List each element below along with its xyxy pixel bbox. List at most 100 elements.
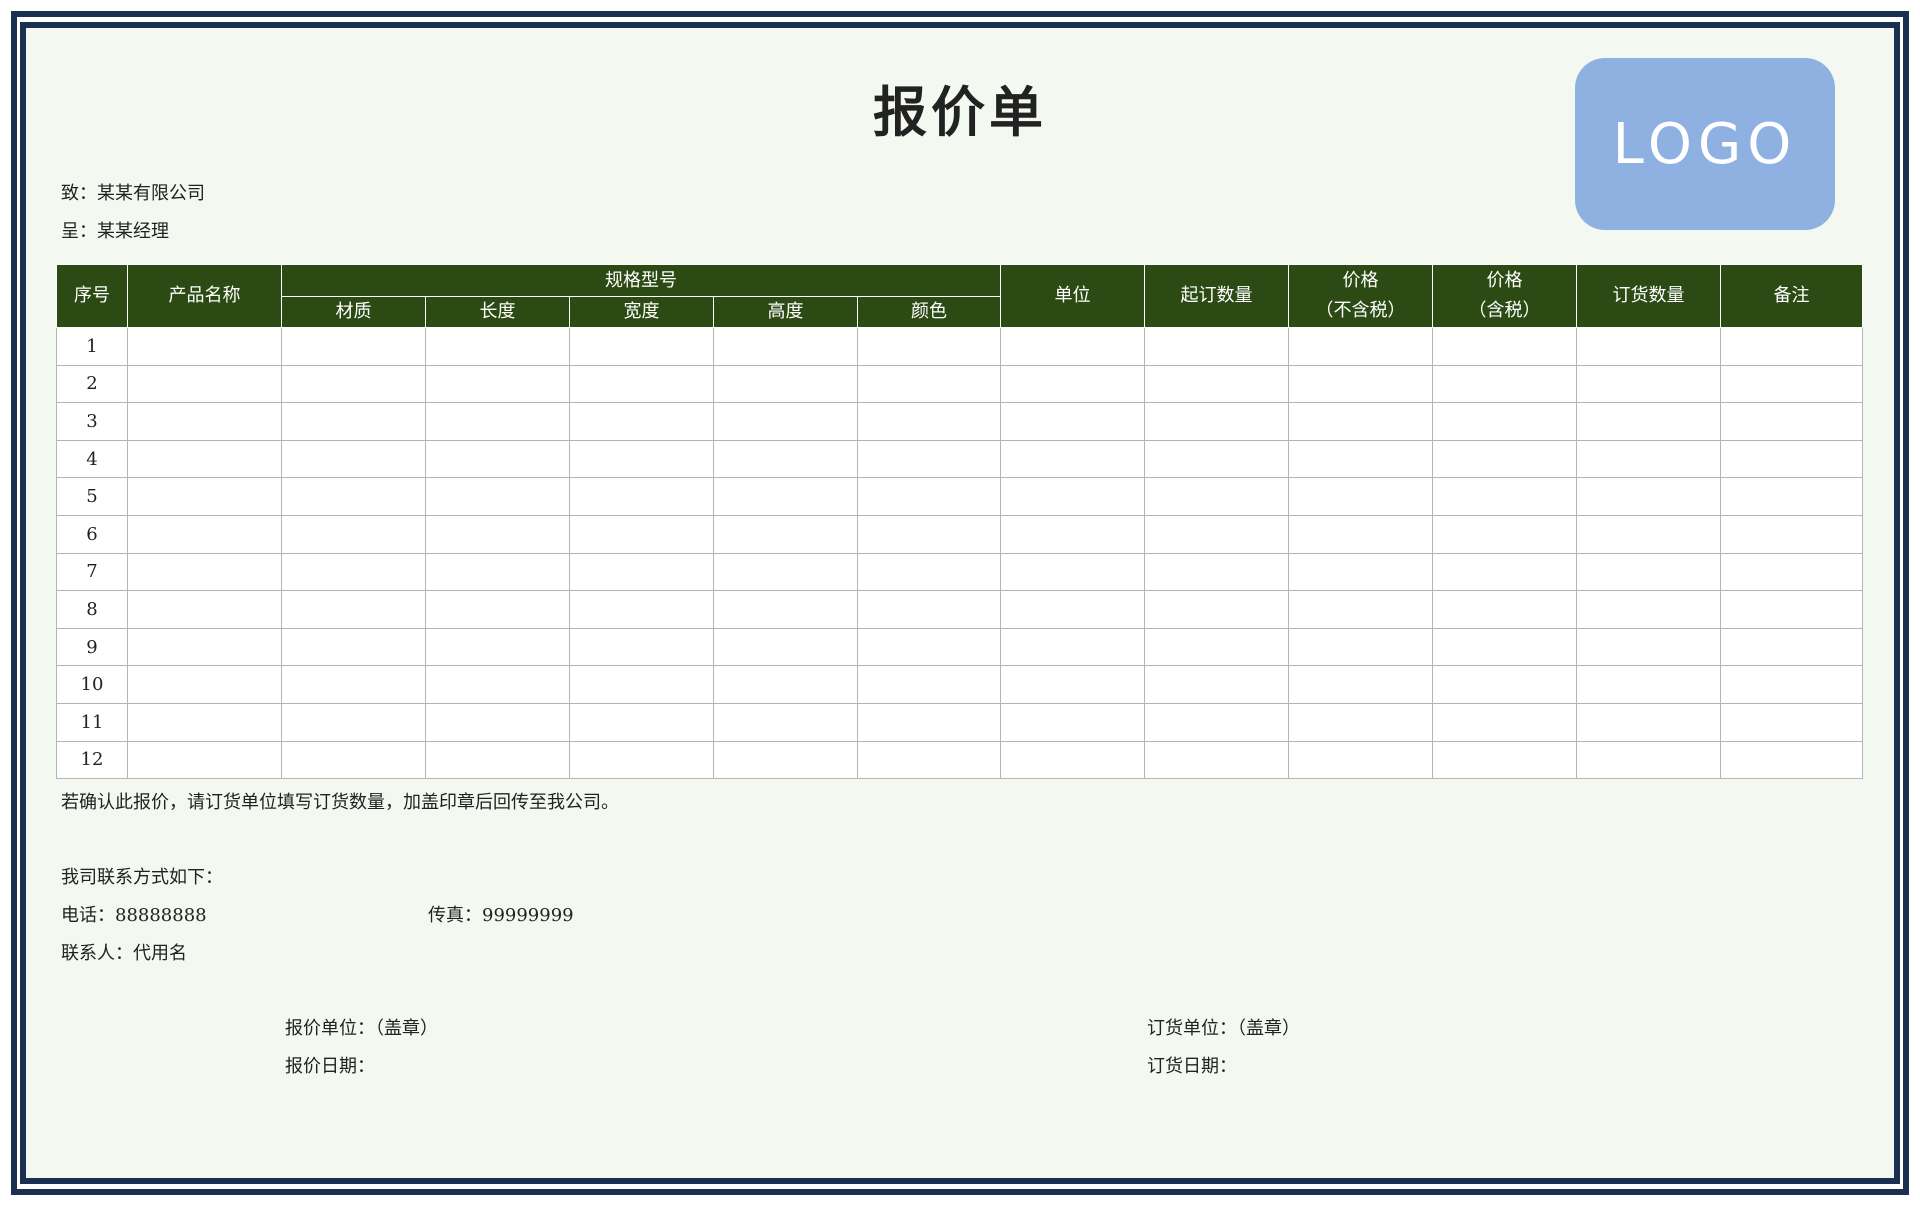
cell-color[interactable]: [856, 627, 1002, 667]
cell-length[interactable]: [425, 590, 570, 629]
cell-min-qty[interactable]: [1144, 327, 1290, 366]
cell-product[interactable]: [127, 439, 282, 479]
cell-height[interactable]: [713, 514, 858, 554]
cell-remark[interactable]: [1720, 590, 1864, 629]
cell-height[interactable]: [713, 590, 858, 629]
cell-length[interactable]: [425, 702, 570, 742]
cell-color[interactable]: [856, 702, 1002, 742]
cell-price-ex-tax[interactable]: [1288, 702, 1434, 742]
cell-order-qty[interactable]: [1576, 702, 1722, 742]
cell-price-inc-tax[interactable]: [1432, 552, 1578, 592]
cell-price-inc-tax[interactable]: [1432, 740, 1578, 780]
cell-unit[interactable]: [1000, 665, 1146, 704]
cell-product[interactable]: [127, 552, 282, 592]
cell-price-ex-tax[interactable]: [1288, 627, 1434, 667]
cell-remark[interactable]: [1720, 702, 1864, 742]
cell-color[interactable]: [856, 740, 1002, 780]
cell-material[interactable]: [281, 665, 426, 704]
cell-order-qty[interactable]: [1576, 364, 1722, 404]
cell-min-qty[interactable]: [1144, 702, 1290, 742]
cell-price-inc-tax[interactable]: [1432, 439, 1578, 479]
cell-color[interactable]: [856, 364, 1002, 404]
cell-order-qty[interactable]: [1576, 402, 1722, 441]
cell-length[interactable]: [425, 402, 570, 441]
cell-product[interactable]: [127, 477, 282, 516]
cell-remark[interactable]: [1720, 477, 1864, 516]
cell-price-inc-tax[interactable]: [1432, 402, 1578, 441]
cell-width[interactable]: [569, 477, 714, 516]
cell-price-ex-tax[interactable]: [1288, 477, 1434, 516]
cell-unit[interactable]: [1000, 439, 1146, 479]
cell-order-qty[interactable]: [1576, 514, 1722, 554]
cell-unit[interactable]: [1000, 514, 1146, 554]
cell-length[interactable]: [425, 327, 570, 366]
cell-order-qty[interactable]: [1576, 327, 1722, 366]
cell-material[interactable]: [281, 327, 426, 366]
cell-remark[interactable]: [1720, 327, 1864, 366]
cell-price-ex-tax[interactable]: [1288, 740, 1434, 780]
cell-remark[interactable]: [1720, 552, 1864, 592]
cell-height[interactable]: [713, 627, 858, 667]
cell-height[interactable]: [713, 702, 858, 742]
cell-color[interactable]: [856, 552, 1002, 592]
cell-width[interactable]: [569, 327, 714, 366]
cell-unit[interactable]: [1000, 627, 1146, 667]
cell-unit[interactable]: [1000, 327, 1146, 366]
cell-product[interactable]: [127, 627, 282, 667]
cell-order-qty[interactable]: [1576, 590, 1722, 629]
cell-material[interactable]: [281, 590, 426, 629]
cell-unit[interactable]: [1000, 364, 1146, 404]
cell-min-qty[interactable]: [1144, 364, 1290, 404]
cell-color[interactable]: [856, 327, 1002, 366]
cell-min-qty[interactable]: [1144, 402, 1290, 441]
cell-price-ex-tax[interactable]: [1288, 514, 1434, 554]
cell-height[interactable]: [713, 477, 858, 516]
cell-material[interactable]: [281, 477, 426, 516]
cell-min-qty[interactable]: [1144, 740, 1290, 780]
cell-unit[interactable]: [1000, 477, 1146, 516]
cell-height[interactable]: [713, 402, 858, 441]
cell-width[interactable]: [569, 665, 714, 704]
cell-material[interactable]: [281, 552, 426, 592]
cell-length[interactable]: [425, 627, 570, 667]
cell-price-ex-tax[interactable]: [1288, 402, 1434, 441]
cell-min-qty[interactable]: [1144, 477, 1290, 516]
cell-width[interactable]: [569, 402, 714, 441]
cell-unit[interactable]: [1000, 590, 1146, 629]
cell-material[interactable]: [281, 740, 426, 780]
cell-length[interactable]: [425, 477, 570, 516]
cell-length[interactable]: [425, 364, 570, 404]
cell-order-qty[interactable]: [1576, 552, 1722, 592]
cell-material[interactable]: [281, 364, 426, 404]
cell-width[interactable]: [569, 364, 714, 404]
cell-remark[interactable]: [1720, 514, 1864, 554]
cell-price-inc-tax[interactable]: [1432, 327, 1578, 366]
cell-price-inc-tax[interactable]: [1432, 627, 1578, 667]
cell-product[interactable]: [127, 590, 282, 629]
cell-order-qty[interactable]: [1576, 740, 1722, 780]
cell-product[interactable]: [127, 402, 282, 441]
cell-price-inc-tax[interactable]: [1432, 364, 1578, 404]
cell-product[interactable]: [127, 740, 282, 780]
cell-length[interactable]: [425, 552, 570, 592]
cell-height[interactable]: [713, 665, 858, 704]
cell-order-qty[interactable]: [1576, 477, 1722, 516]
cell-price-inc-tax[interactable]: [1432, 477, 1578, 516]
cell-material[interactable]: [281, 702, 426, 742]
cell-width[interactable]: [569, 590, 714, 629]
cell-price-ex-tax[interactable]: [1288, 327, 1434, 366]
cell-unit[interactable]: [1000, 740, 1146, 780]
cell-height[interactable]: [713, 439, 858, 479]
cell-price-inc-tax[interactable]: [1432, 590, 1578, 629]
cell-width[interactable]: [569, 740, 714, 780]
cell-color[interactable]: [856, 477, 1002, 516]
cell-remark[interactable]: [1720, 627, 1864, 667]
cell-unit[interactable]: [1000, 402, 1146, 441]
cell-width[interactable]: [569, 514, 714, 554]
cell-color[interactable]: [856, 439, 1002, 479]
cell-material[interactable]: [281, 402, 426, 441]
cell-product[interactable]: [127, 702, 282, 742]
cell-remark[interactable]: [1720, 439, 1864, 479]
cell-width[interactable]: [569, 627, 714, 667]
cell-min-qty[interactable]: [1144, 590, 1290, 629]
